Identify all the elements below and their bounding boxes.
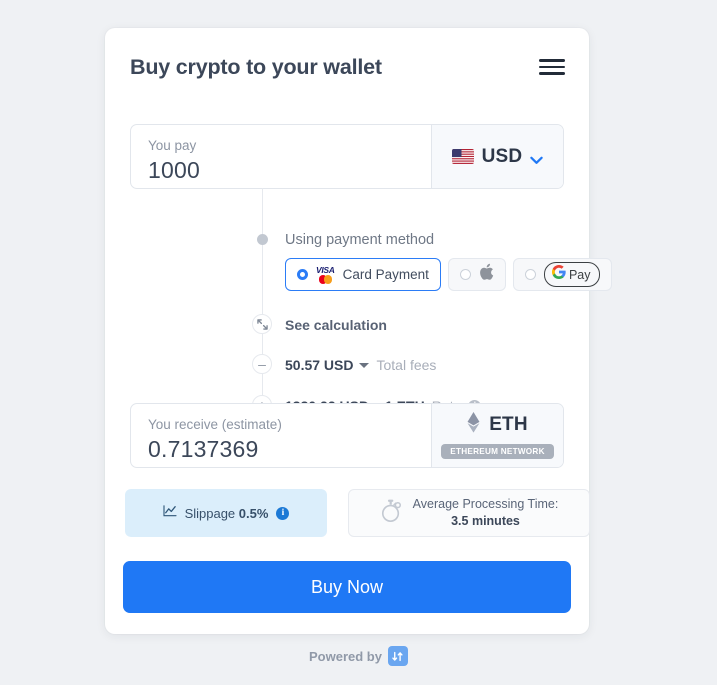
google-pay-logo: Pay: [543, 262, 601, 287]
you-receive-value-wrap[interactable]: You receive (estimate) 0.7137369: [131, 404, 431, 467]
us-flag-icon: [451, 149, 474, 164]
see-calculation-icon[interactable]: [252, 314, 272, 334]
radio-google-pay[interactable]: [524, 269, 536, 280]
slippage-prefix: Slippage: [184, 505, 236, 521]
minus-sign: –: [258, 356, 266, 372]
processing-time-box: Average Processing Time: 3.5 minutes: [348, 489, 590, 537]
hamburger-menu-icon[interactable]: [539, 57, 565, 77]
slippage-box[interactable]: Slippage 0.5% i: [125, 489, 327, 537]
payment-method-label: Using payment method: [285, 232, 435, 248]
mc-circle-yellow: [323, 275, 333, 284]
mastercard-logo: [318, 275, 333, 284]
processing-time-value: 3.5 minutes: [451, 514, 520, 528]
google-pay-text: Pay: [568, 267, 591, 282]
swap-arrows-icon[interactable]: [387, 646, 408, 666]
total-fees-caret-icon[interactable]: [359, 362, 370, 368]
see-calculation-label[interactable]: See calculation: [285, 317, 387, 333]
total-fees-amount: 50.57 USD: [285, 357, 354, 373]
menu-bar-1: [539, 59, 565, 62]
receive-currency-selector[interactable]: ETH ETHEREUM NETWORK: [431, 404, 563, 467]
powered-by-label: Powered by: [309, 648, 382, 664]
you-receive-field: You receive (estimate) 0.7137369 ETH ETH…: [130, 403, 564, 468]
payment-option-apple-pay[interactable]: [447, 258, 506, 291]
payment-option-card[interactable]: VISA Card Payment: [285, 258, 441, 291]
processing-time-title: Average Processing Time:: [412, 497, 559, 511]
menu-bar-3: [539, 72, 565, 75]
payment-option-card-label: Card Payment: [342, 267, 429, 282]
payment-option-google-pay[interactable]: Pay: [512, 258, 613, 291]
info-boxes: Slippage 0.5% i Average Processing Time:…: [125, 489, 590, 537]
buy-crypto-widget: Buy crypto to your wallet You pay 1000 U…: [105, 28, 613, 634]
apple-logo-icon: [479, 263, 494, 286]
footer: Powered by: [0, 646, 717, 666]
payment-method-options: VISA Card Payment Pay: [285, 258, 613, 291]
widget-header: Buy crypto to your wallet: [105, 28, 589, 106]
receive-currency-code: ETH: [489, 414, 528, 435]
network-badge: ETHEREUM NETWORK: [441, 444, 554, 459]
you-receive-amount[interactable]: 0.7137369: [148, 435, 431, 464]
slippage-value: 0.5%: [238, 505, 269, 521]
total-fees-minus-icon: –: [252, 354, 272, 374]
calculation-timeline: Using payment method See calculation – 5…: [252, 188, 552, 423]
google-g-icon: [551, 264, 566, 284]
processing-time-text: Average Processing Time: 3.5 minutes: [413, 496, 559, 530]
timeline-connector: [261, 188, 263, 420]
total-fees-label: Total fees: [376, 357, 437, 373]
you-pay-amount[interactable]: 1000: [148, 156, 431, 185]
page-title: Buy crypto to your wallet: [130, 54, 382, 79]
radio-card-selected[interactable]: [297, 269, 308, 280]
menu-bar-2: [539, 65, 565, 69]
page-root: Buy crypto to your wallet You pay 1000 U…: [0, 0, 717, 685]
you-receive-label: You receive (estimate): [148, 417, 282, 432]
pay-currency-line: USD: [451, 145, 544, 168]
ethereum-icon: [467, 412, 480, 438]
stopwatch-icon: [380, 498, 403, 528]
you-pay-label: You pay: [148, 138, 197, 153]
visa-logo: VISA: [316, 264, 335, 275]
slippage-text: Slippage 0.5%: [185, 506, 269, 521]
chart-line-icon: [163, 504, 177, 522]
chevron-down-icon[interactable]: [530, 152, 544, 164]
you-pay-field: You pay 1000 USD: [130, 124, 564, 189]
buy-now-button[interactable]: Buy Now: [123, 561, 571, 613]
you-pay-input-wrap[interactable]: You pay 1000: [131, 125, 431, 188]
pay-currency-selector[interactable]: USD: [431, 125, 563, 188]
payment-method-row: Using payment method: [285, 232, 434, 248]
card-brand-logos: VISA: [316, 264, 335, 284]
total-fees-row[interactable]: 50.57 USD Total fees: [285, 357, 436, 373]
radio-apple-pay[interactable]: [459, 269, 471, 280]
slippage-info-icon[interactable]: i: [276, 506, 290, 520]
pay-currency-code: USD: [481, 145, 523, 167]
timeline-dot: [256, 234, 268, 245]
receive-currency-line: ETH: [467, 412, 528, 438]
see-calculation-row[interactable]: See calculation: [285, 317, 387, 333]
